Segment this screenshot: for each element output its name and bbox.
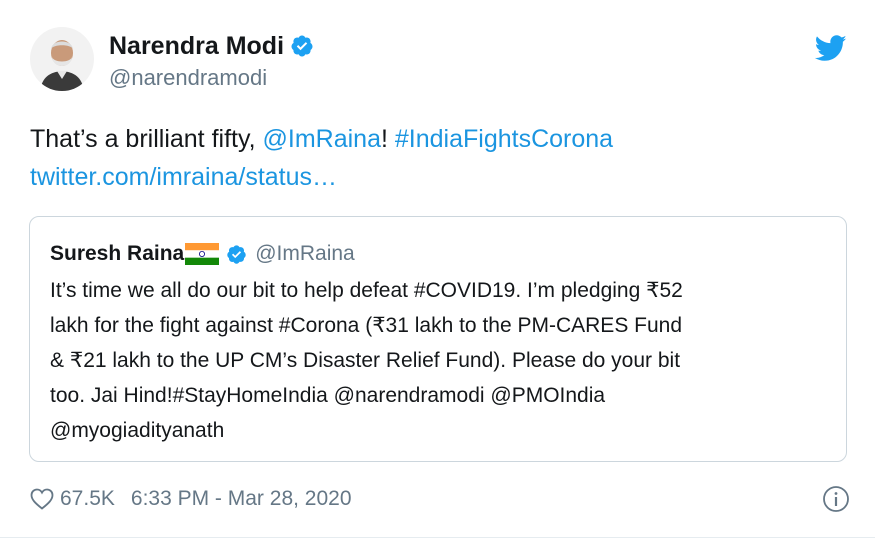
quoted-handle[interactable]: @ImRaina [255,242,355,266]
tweet-text: That’s a brilliant fifty, @ImRaina! #Ind… [30,120,850,196]
tweet-timestamp[interactable]: 6:33 PM - Mar 28, 2020 [131,487,352,511]
tweet-text-prefix: That’s a brilliant fifty, [30,125,263,153]
india-flag-icon [185,243,220,265]
tweet-footer: 67.5K 6:33 PM - Mar 28, 2020 [30,484,850,514]
author-handle[interactable]: @narendramodi [109,65,314,91]
author-display-name[interactable]: Narendra Modi [109,32,284,61]
divider [0,537,875,538]
tweet-text-mid: ! [380,125,395,153]
verified-badge-icon [291,35,313,57]
like-count[interactable]: 67.5K [60,487,115,511]
tweet-header: Narendra Modi @narendramodi [30,27,314,91]
avatar[interactable] [30,27,94,91]
quoted-tweet[interactable]: Suresh Raina @ImRaina It’s time we all d… [29,216,847,462]
quoted-tweet-text: It’s time we all do our bit to help defe… [50,279,683,442]
quoted-display-name[interactable]: Suresh Raina [50,242,184,266]
hashtag-link[interactable]: #IndiaFightsCorona [395,125,613,153]
mention-link[interactable]: @ImRaina [263,125,381,153]
quoted-tweet-header: Suresh Raina @ImRaina [50,239,355,269]
verified-badge-icon [227,244,246,264]
heart-icon[interactable] [30,488,54,510]
twitter-bird-icon[interactable] [815,35,847,62]
tweet-card: Narendra Modi @narendramodi That’s a bri… [0,0,875,554]
info-icon[interactable] [822,485,850,513]
url-link[interactable]: twitter.com/imraina/status… [30,163,337,191]
